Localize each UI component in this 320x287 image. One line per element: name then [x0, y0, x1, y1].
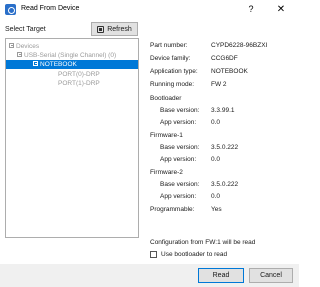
bootloader-base-label: Base version: [160, 107, 200, 114]
part-number-label: Part number: [150, 42, 188, 49]
bootloader-app-label: App version: [160, 119, 197, 126]
use-bootloader-label: Use bootloader to read [161, 251, 228, 258]
close-button[interactable]: ✕ [271, 2, 291, 17]
bootloader-heading: Bootloader [150, 95, 182, 102]
cancel-button[interactable]: Cancel [249, 268, 293, 283]
part-number-value: CYPD6228-96BZXI [211, 42, 268, 49]
help-button[interactable]: ? [241, 2, 261, 17]
tree-item-port1[interactable]: PORT(1)-DRP [58, 79, 100, 88]
application-type-value: NOTEBOOK [211, 68, 248, 75]
firmware1-app-value: 0.0 [211, 156, 221, 163]
use-bootloader-checkbox[interactable] [150, 251, 157, 258]
firmware1-base-value: 3.5.0.222 [211, 144, 239, 151]
bootloader-app-value: 0.0 [211, 119, 221, 126]
device-family-value: CCG6DF [211, 55, 238, 62]
refresh-label: Refresh [107, 25, 132, 33]
config-note: Configuration from FW:1 will be read [150, 239, 256, 246]
firmware2-heading: Firmware-2 [150, 169, 183, 176]
programmable-label: Programmable: [150, 206, 195, 213]
firmware2-base-label: Base version: [160, 181, 200, 188]
window-title: Read From Device [21, 5, 80, 12]
tree-item-devices[interactable]: Devices [9, 42, 39, 51]
read-button[interactable]: Read [198, 268, 244, 283]
running-mode-label: Running mode: [150, 81, 195, 88]
device-tree[interactable]: Devices USB-Serial (Single Channel) (0) … [5, 38, 139, 238]
tree-item-usb-serial[interactable]: USB-Serial (Single Channel) (0) [17, 51, 116, 60]
firmware2-base-value: 3.5.0.222 [211, 181, 239, 188]
tree-item-notebook[interactable]: NOTEBOOK [6, 60, 138, 69]
firmware2-app-value: 0.0 [211, 193, 221, 200]
use-bootloader-checkbox-row[interactable]: Use bootloader to read [150, 251, 227, 258]
tree-item-port0[interactable]: PORT(0)-DRP [58, 70, 100, 79]
title-bar: Read From Device ? ✕ [0, 0, 299, 19]
bootloader-base-value: 3.3.99.1 [211, 107, 235, 114]
refresh-icon [97, 25, 105, 33]
collapse-icon[interactable] [33, 61, 38, 66]
device-family-label: Device family: [150, 55, 191, 62]
running-mode-value: FW 2 [211, 81, 227, 88]
firmware2-app-label: App version: [160, 193, 197, 200]
firmware1-base-label: Base version: [160, 144, 200, 151]
application-type-label: Application type: [150, 68, 198, 75]
firmware1-app-label: App version: [160, 156, 197, 163]
app-icon [5, 4, 16, 15]
collapse-icon[interactable] [17, 52, 22, 57]
select-target-label: Select Target [5, 26, 46, 33]
refresh-button[interactable]: Refresh [91, 22, 138, 36]
firmware1-heading: Firmware-1 [150, 132, 183, 139]
collapse-icon[interactable] [9, 43, 14, 48]
programmable-value: Yes [211, 206, 222, 213]
